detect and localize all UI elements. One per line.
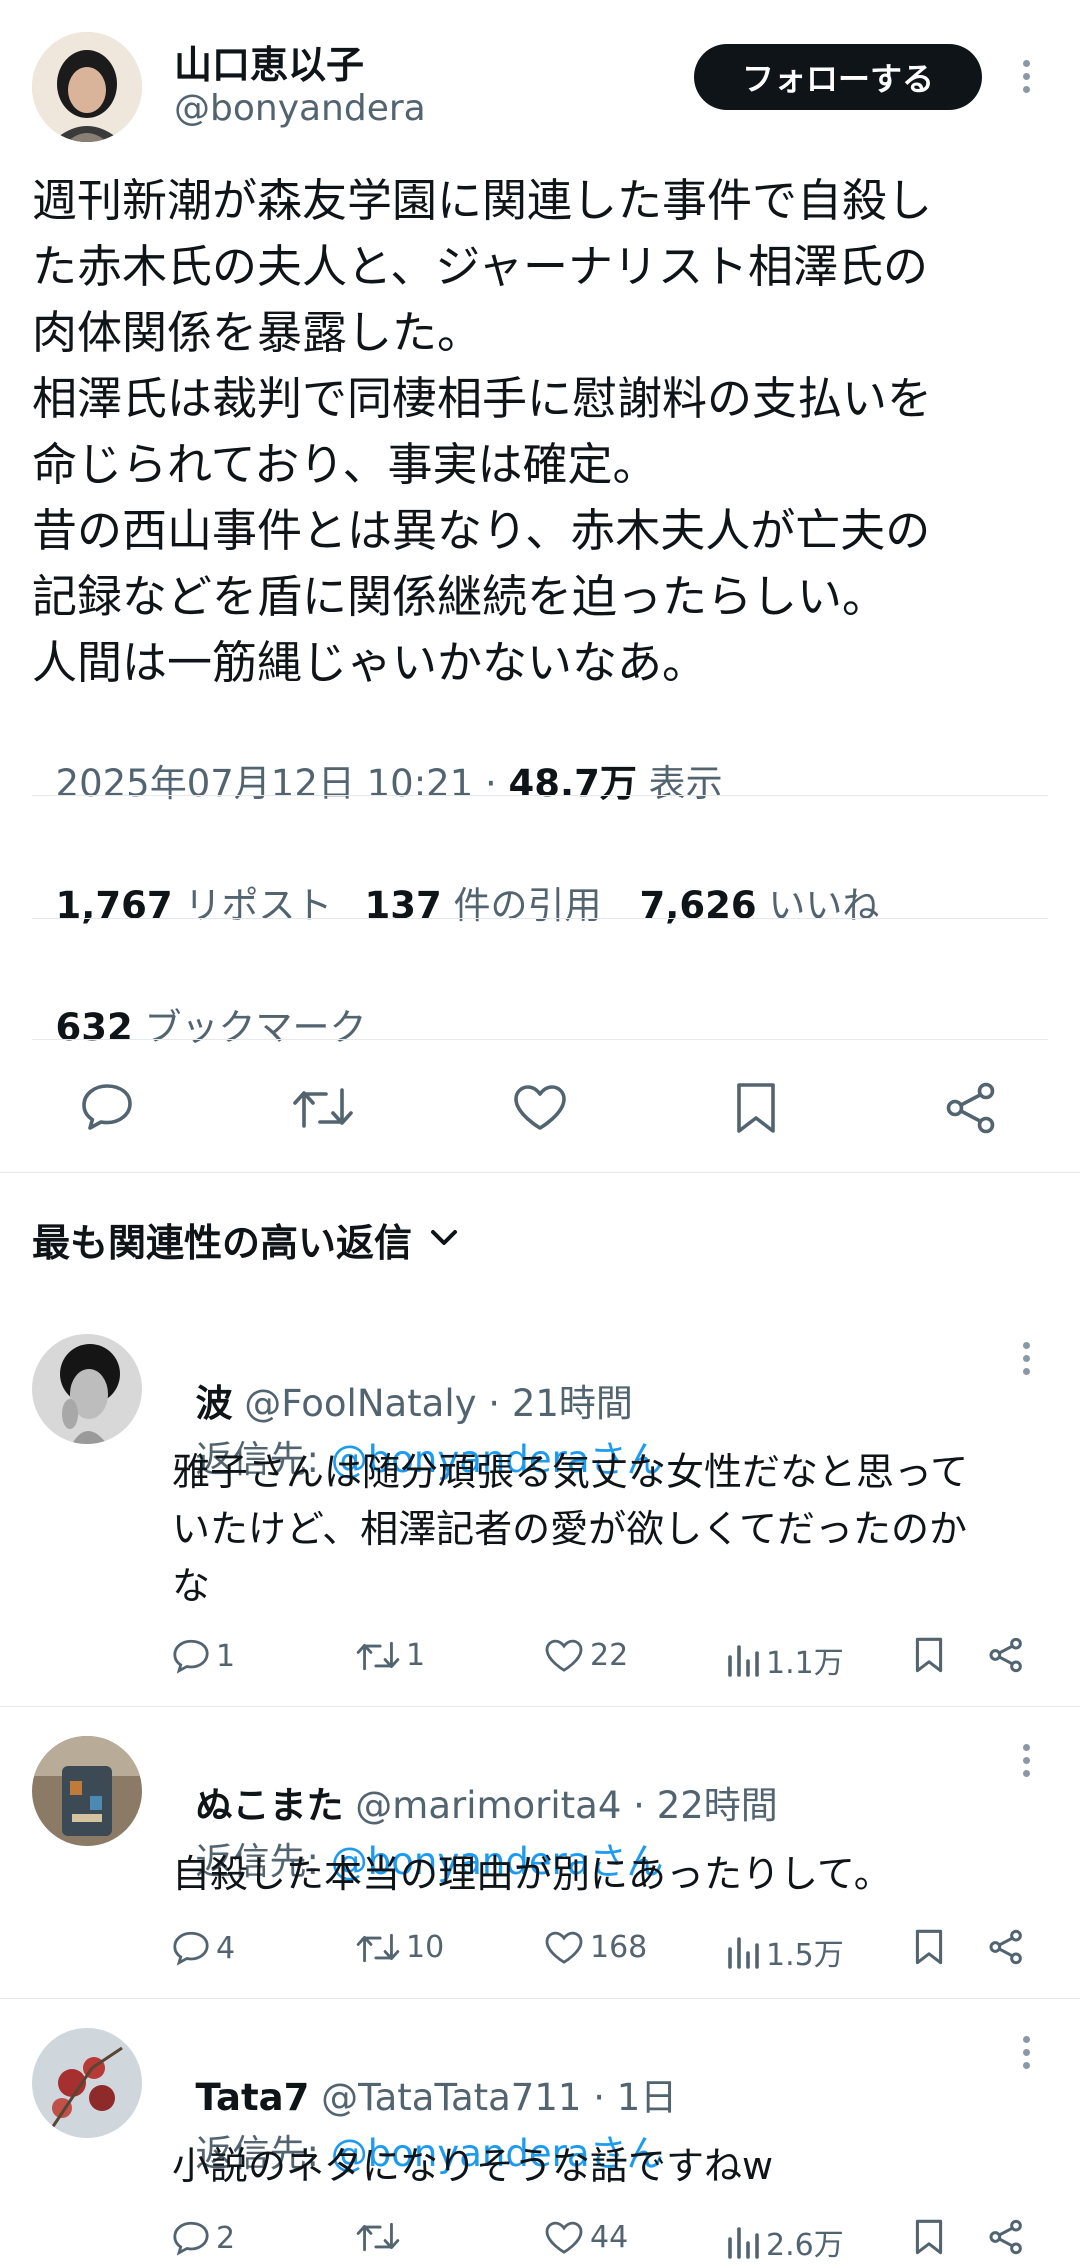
bookmarks-stat[interactable]: 632 ブックマーク	[32, 954, 367, 1051]
reply-likes-count: 22	[590, 1638, 629, 1673]
more-options-icon[interactable]	[1019, 2036, 1033, 2069]
like-icon	[545, 1639, 583, 1672]
reply-views-stat[interactable]: 1.1万	[726, 1638, 844, 1682]
stats-row: 1,767 リポスト	[32, 832, 333, 929]
repost-icon	[356, 1641, 400, 1670]
share-icon[interactable]	[988, 1929, 1024, 1969]
tweet-text: 週刊新潮が森友学園に関連した事件で自殺し た赤木氏の夫人と、ジャーナリスト相澤氏…	[32, 174, 933, 689]
bookmark-icon[interactable]	[914, 2218, 944, 2260]
like-icon	[545, 2221, 583, 2254]
reply-likes-stat[interactable]: 44	[544, 2220, 628, 2255]
reply-views-stat[interactable]: 2.6万	[726, 2220, 844, 2264]
more-options-icon[interactable]	[1019, 1342, 1033, 1375]
likes-label: いいね	[768, 884, 880, 927]
more-options-icon[interactable]	[1019, 1744, 1033, 1777]
reply-icon	[173, 2221, 209, 2256]
reply-avatar[interactable]	[32, 1736, 142, 1846]
tweet-timestamp[interactable]: 2025年07月12日 10:21 ·	[56, 762, 509, 805]
reply-reposts-count: 1	[406, 1638, 426, 1673]
views-chart-icon	[728, 1937, 759, 1969]
chevron-down-icon	[430, 1229, 458, 1251]
reply-views-count: 2.6万	[766, 2228, 844, 2263]
divider	[0, 1998, 1080, 1999]
reply-likes-count: 168	[590, 1930, 648, 1965]
reply-views-count: 1.5万	[766, 1938, 844, 1973]
reply-replies-stat[interactable]: 1	[172, 1638, 235, 1674]
like-icon[interactable]	[512, 1084, 568, 1132]
divider	[0, 1172, 1080, 1173]
likes-count: 7,626	[639, 884, 757, 927]
reply-replies-stat[interactable]: 4	[172, 1930, 235, 1966]
reply-views-count: 1.1万	[766, 1646, 844, 1681]
reply-likes-count: 44	[590, 2220, 629, 2255]
divider	[32, 795, 1048, 796]
divider	[0, 1706, 1080, 1707]
reply-icon[interactable]	[80, 1082, 134, 1132]
reply-reposts-count: 10	[406, 1930, 445, 1965]
divider	[32, 1039, 1048, 1040]
reply-views-stat[interactable]: 1.5万	[726, 1930, 844, 1974]
reply-replies-count: 4	[216, 1930, 236, 1966]
replies-sort-dropdown[interactable]: 最も関連性の高い返信	[32, 1212, 458, 1267]
reply-avatar[interactable]	[32, 2028, 142, 2138]
bookmark-icon[interactable]	[914, 1636, 944, 1678]
repost-icon	[356, 2222, 400, 2252]
quotes-label: 件の引用	[453, 884, 602, 927]
views-label: 表示	[636, 762, 723, 805]
reply-reposts-stat[interactable]	[356, 2220, 406, 2254]
repost-icon	[356, 1933, 400, 1962]
bookmarks-label: ブックマーク	[144, 1006, 367, 1049]
reply-likes-stat[interactable]: 22	[544, 1638, 628, 1673]
reply-text: 自殺した本当の理由が別にあったりして。	[172, 1852, 892, 1896]
reposts-label: リポスト	[184, 884, 333, 927]
reply-likes-stat[interactable]: 168	[544, 1930, 647, 1965]
likes-stat[interactable]: 7,626 いいね	[616, 832, 880, 929]
author-handle[interactable]: @bonyandera	[174, 88, 426, 129]
bookmark-icon[interactable]	[914, 1928, 944, 1970]
follow-button[interactable]: フォローする	[694, 44, 982, 110]
quotes-count: 137	[364, 884, 442, 927]
reply-text: 小説のネタになりそうな話ですねw	[172, 2144, 774, 2188]
bookmarks-count: 632	[55, 1006, 133, 1049]
share-icon[interactable]	[988, 1637, 1024, 1677]
reply-text: 雅子さんは随分頑張る気丈な女性だなと思って いたけど、相澤記者の愛が欲しくてだっ…	[172, 1450, 969, 1608]
repost-icon[interactable]	[292, 1084, 354, 1132]
reply-replies-count: 2	[216, 2220, 236, 2256]
reposts-count: 1,767	[55, 884, 173, 927]
author-display-name[interactable]: 山口恵以子	[174, 34, 364, 89]
share-icon[interactable]	[988, 2219, 1024, 2259]
views-chart-icon	[728, 1645, 759, 1677]
like-icon	[545, 1931, 583, 1964]
reply-reposts-stat[interactable]: 10	[356, 1930, 444, 1965]
divider	[32, 918, 1048, 919]
more-options-icon[interactable]	[1019, 60, 1033, 93]
reply-avatar[interactable]	[32, 1334, 142, 1444]
tweet-meta: 2025年07月12日 10:21 · 48.7万 表示	[32, 710, 723, 807]
reposts-stat[interactable]: 1,767 リポスト	[56, 884, 333, 927]
share-icon[interactable]	[944, 1082, 998, 1134]
reply-icon	[173, 1931, 209, 1966]
reply-reposts-stat[interactable]: 1	[356, 1638, 425, 1673]
views-chart-icon	[728, 2227, 759, 2259]
replies-sort-label: 最も関連性の高い返信	[32, 1221, 413, 1265]
author-avatar[interactable]	[32, 32, 142, 142]
bookmark-icon[interactable]	[734, 1081, 778, 1135]
reply-icon	[173, 1639, 209, 1674]
reply-replies-stat[interactable]: 2	[172, 2220, 235, 2256]
quotes-stat[interactable]: 137 件の引用	[341, 832, 602, 929]
views-count: 48.7万	[508, 762, 637, 805]
reply-replies-count: 1	[216, 1638, 236, 1674]
